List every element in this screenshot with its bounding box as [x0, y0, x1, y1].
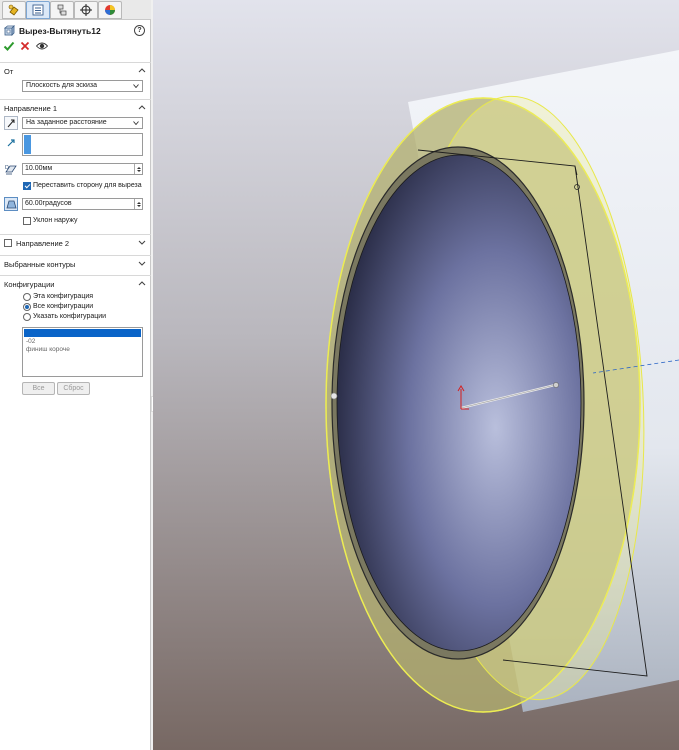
ok-check-icon[interactable] — [3, 40, 15, 52]
tab-dimxpert[interactable] — [74, 1, 98, 19]
chevron-down-icon — [138, 261, 146, 266]
property-manager-panel: Вырез-Вытянуть12 ? От Плоскость для эски… — [0, 0, 151, 750]
feature-title-row: Вырез-Вытянуть12 ? — [0, 23, 151, 39]
draft-angle-value: 60.00градусов — [25, 200, 72, 207]
draft-toggle-button[interactable] — [4, 197, 18, 211]
direction-selection-box[interactable] — [22, 133, 143, 156]
depth-dimension-icon: D — [5, 165, 17, 175]
property-manager-icon — [32, 4, 44, 16]
reverse-direction-button[interactable] — [4, 116, 18, 130]
feature-manager-icon — [8, 4, 19, 16]
sketch-point-handle[interactable] — [330, 392, 338, 400]
preview-eye-icon[interactable] — [36, 41, 48, 51]
draft-angle-input[interactable]: 60.00градусов — [22, 198, 143, 210]
direction-vector-icon — [7, 139, 15, 147]
cancel-x-icon[interactable] — [19, 40, 31, 52]
list-item[interactable]: финиш короче — [24, 346, 141, 354]
extruded-cut-icon — [4, 25, 15, 36]
section-from-label: От — [4, 67, 14, 76]
section-from-header[interactable]: От — [0, 62, 151, 78]
tab-display-manager[interactable] — [98, 1, 122, 19]
dimxpert-icon — [80, 4, 92, 16]
model-view[interactable] — [153, 0, 679, 750]
chevron-up-icon — [138, 105, 146, 110]
all-configurations-button[interactable]: Все — [22, 382, 55, 395]
chevron-down-icon — [133, 121, 139, 125]
feature-title: Вырез-Вытянуть12 — [19, 26, 101, 36]
radio-this-configuration[interactable] — [23, 293, 31, 301]
section-selected-contours-header[interactable]: Выбранные контуры — [0, 255, 151, 271]
help-icon[interactable]: ? — [134, 25, 145, 36]
chevron-down-icon — [133, 84, 139, 88]
selection-box-active-indicator — [24, 135, 31, 154]
section-selected-contours-label: Выбранные контуры — [4, 260, 76, 269]
manager-tabs — [0, 0, 151, 20]
tab-configuration-manager[interactable] — [50, 1, 74, 19]
reset-configurations-button[interactable]: Сброс — [57, 382, 90, 395]
chevron-up-icon — [138, 68, 146, 73]
radio-this-configuration-label: Эта конфигурация — [33, 293, 94, 300]
radio-specify-configurations-label: Указать конфигурации — [33, 313, 107, 320]
depth-input[interactable]: 10.00мм — [22, 163, 143, 175]
reverse-direction-icon — [7, 119, 15, 128]
chevron-down-icon — [138, 240, 146, 245]
depth-value: 10.00мм — [25, 165, 53, 172]
flip-side-label: Переставить сторону для выреза — [33, 182, 142, 189]
radio-all-configurations-label: Все конфигурации — [33, 303, 94, 310]
list-item[interactable] — [24, 329, 141, 337]
graphics-viewport[interactable] — [153, 0, 679, 750]
depth-spinner[interactable] — [134, 164, 142, 174]
from-start-condition-select[interactable]: Плоскость для эскиза — [22, 80, 143, 92]
end-condition-value: На заданное расстояние — [26, 119, 107, 126]
section-direction1-label: Направление 1 — [4, 104, 58, 113]
section-direction1-header[interactable]: Направление 1 — [0, 99, 151, 115]
flip-side-checkbox[interactable] — [23, 182, 31, 190]
configurations-listbox[interactable]: -02 финиш короче — [22, 327, 143, 377]
tab-feature-manager[interactable] — [2, 1, 26, 19]
display-manager-icon — [105, 5, 115, 15]
action-row — [0, 40, 151, 54]
configuration-manager-icon — [57, 4, 67, 16]
svg-text:D: D — [5, 165, 9, 171]
section-direction2-header[interactable]: Направление 2 — [0, 234, 151, 250]
end-condition-select[interactable]: На заданное расстояние — [22, 117, 143, 129]
list-item[interactable]: -02 — [24, 338, 141, 346]
draft-outward-label: Уклон наружу — [33, 217, 78, 224]
direction2-checkbox[interactable] — [4, 239, 12, 247]
draft-outward-checkbox[interactable] — [23, 217, 31, 225]
radio-all-configurations[interactable] — [23, 303, 31, 311]
section-direction2-label: Направление 2 — [16, 239, 70, 248]
draft-angle-spinner[interactable] — [134, 199, 142, 209]
draft-icon — [6, 200, 17, 209]
section-configurations-label: Конфигурации — [4, 280, 55, 289]
section-configurations-header[interactable]: Конфигурации — [0, 275, 151, 291]
tab-property-manager[interactable] — [26, 1, 50, 19]
chevron-up-icon — [138, 281, 146, 286]
from-start-condition-value: Плоскость для эскиза — [26, 82, 97, 89]
radio-specify-configurations[interactable] — [23, 313, 31, 321]
